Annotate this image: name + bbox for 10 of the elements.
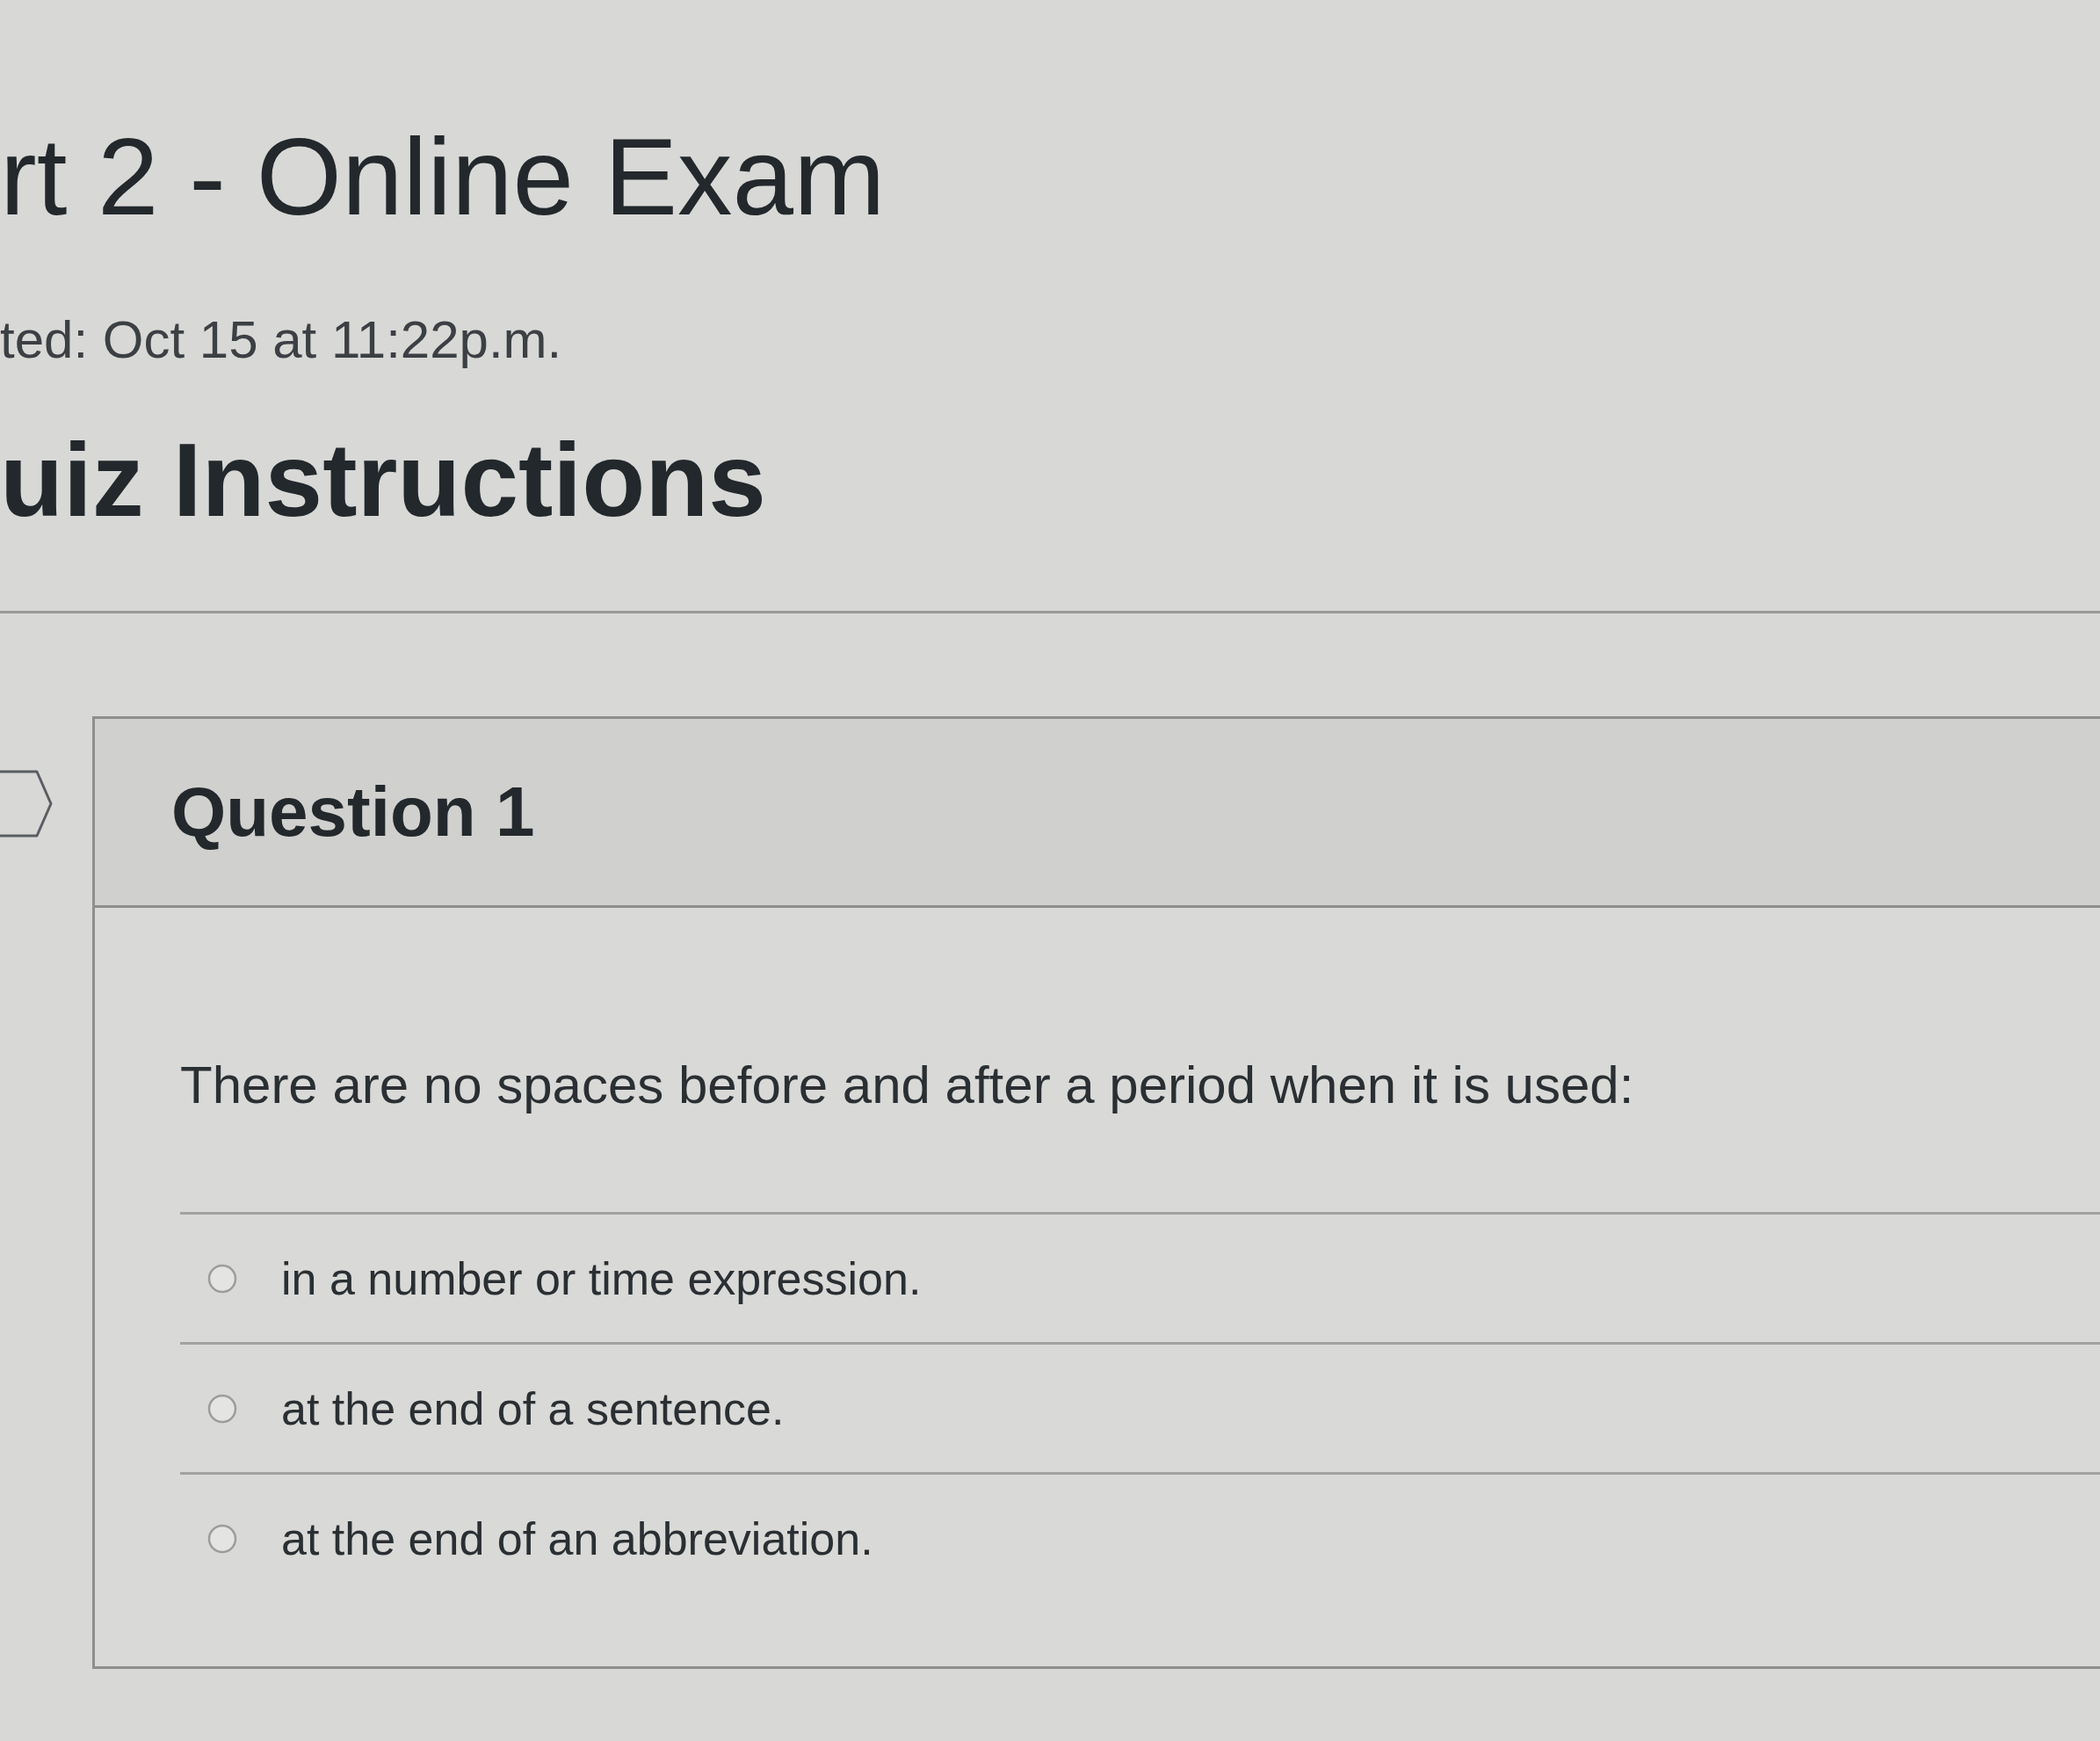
radio-button[interactable] [207, 1393, 237, 1424]
flag-icon[interactable] [0, 770, 53, 838]
answer-label[interactable]: at the end of an abbreviation. [281, 1515, 873, 1562]
started-time: ted: Oct 15 at 11:22p.m. [0, 314, 562, 366]
radio-button[interactable] [207, 1523, 237, 1554]
answer-label[interactable]: at the end of a sentence. [281, 1385, 785, 1432]
exam-title: rt 2 - Online Exam [0, 121, 886, 231]
question-text: There are no spaces before and after a period when it is used: [180, 1059, 1634, 1112]
radio-button[interactable] [207, 1263, 237, 1294]
section-heading: uiz Instructions [0, 428, 766, 532]
